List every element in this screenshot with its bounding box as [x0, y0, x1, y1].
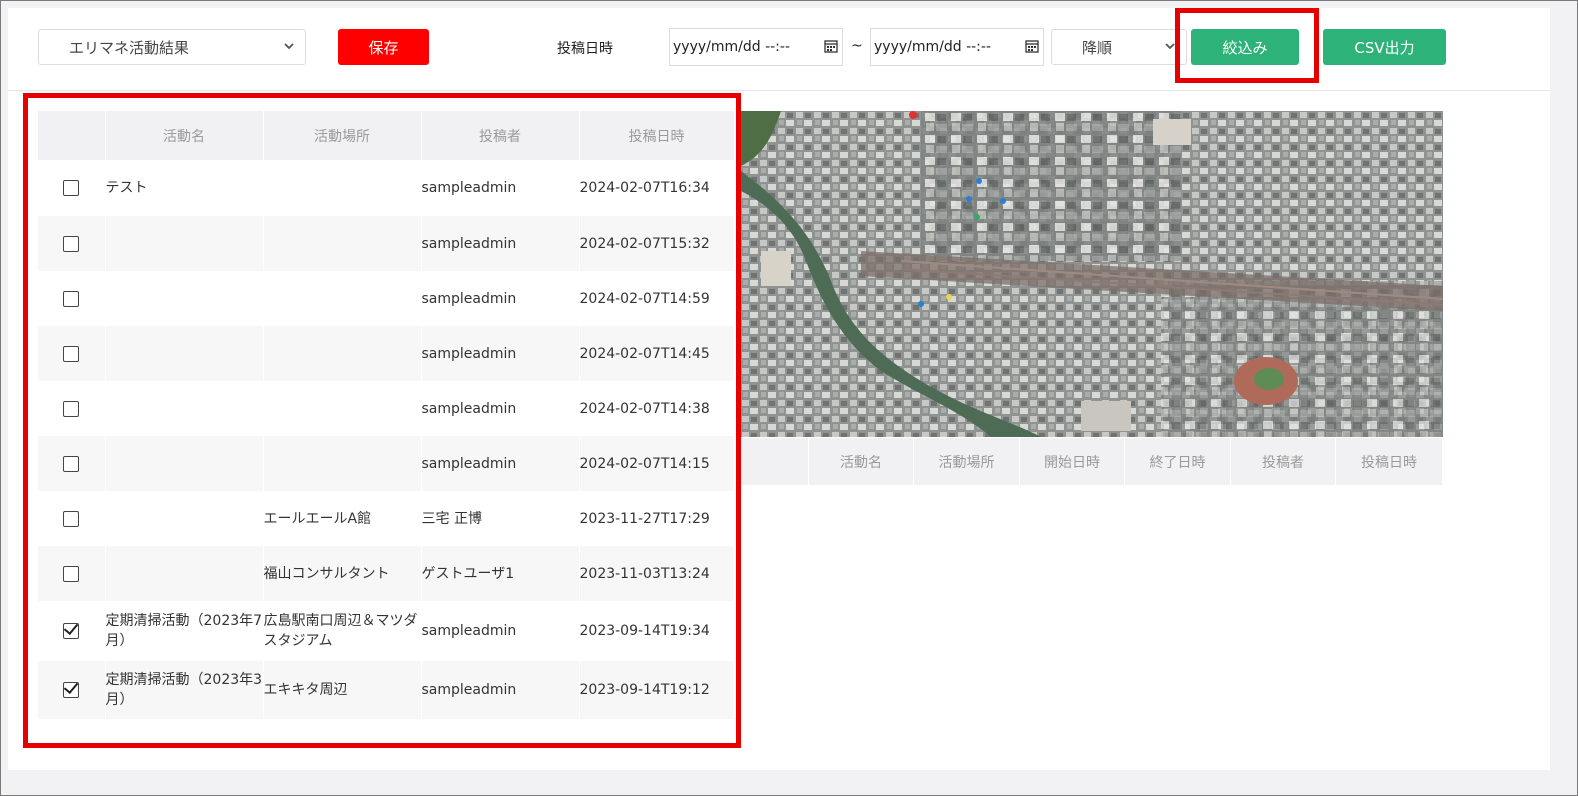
detail-col-posted: 投稿日時 — [1336, 438, 1443, 485]
date-filter-label: 投稿日時 — [557, 41, 613, 57]
detail-col-poster: 投稿者 — [1231, 438, 1336, 485]
order-select[interactable]: 降順 — [1051, 29, 1187, 65]
chevron-down-icon — [283, 39, 297, 53]
save-button[interactable]: 保存 — [338, 29, 429, 65]
detail-col-place: 活動場所 — [914, 438, 1020, 485]
aerial-map-image — [741, 111, 1443, 437]
date-range-separator: ~ — [851, 38, 863, 54]
date-to-placeholder: yyyy/mm/dd --:-- — [874, 39, 991, 55]
order-select-value: 降順 — [1082, 38, 1113, 57]
detail-col-name: 活動名 — [809, 438, 914, 485]
date-to-input[interactable]: yyyy/mm/dd --:-- — [870, 28, 1044, 66]
detail-table-header: 活動名 活動場所 開始日時 終了日時 投稿者 投稿日時 — [741, 438, 1443, 485]
results-table-highlight — [23, 93, 741, 748]
calendar-icon[interactable] — [824, 39, 838, 57]
category-select[interactable]: エリマネ活動結果 — [38, 29, 306, 65]
filter-button-highlight — [1175, 8, 1319, 83]
detail-col-end: 終了日時 — [1125, 438, 1231, 485]
category-select-value: エリマネ活動結果 — [69, 38, 190, 57]
detail-col-start: 開始日時 — [1020, 438, 1125, 485]
aerial-map[interactable] — [741, 111, 1443, 437]
toolbar-divider — [8, 90, 1550, 91]
csv-export-button[interactable]: CSV出力 — [1323, 29, 1446, 65]
date-from-input[interactable]: yyyy/mm/dd --:-- — [669, 28, 843, 66]
detail-col-blank — [741, 438, 809, 485]
date-from-placeholder: yyyy/mm/dd --:-- — [673, 39, 790, 55]
calendar-icon[interactable] — [1025, 39, 1039, 57]
